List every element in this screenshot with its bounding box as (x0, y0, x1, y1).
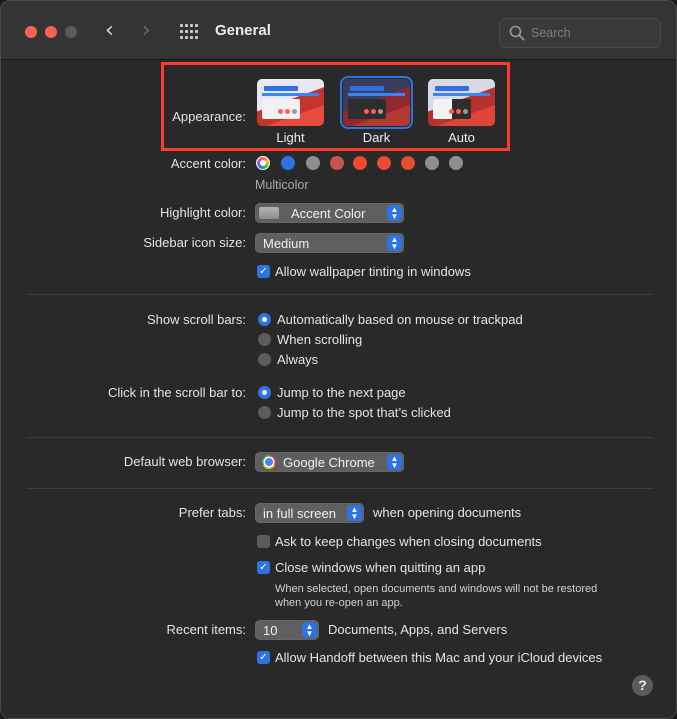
scroll-auto-radio[interactable] (258, 313, 271, 326)
recent-items-suffix: Documents, Apps, and Servers (328, 622, 508, 637)
accent-selected-name: Multicolor (255, 178, 309, 192)
appearance-label: Appearance: (172, 109, 246, 124)
title-bar: ‹ › General Search (1, 1, 676, 60)
scroll-bars-label: Show scroll bars: (147, 312, 246, 327)
accent-swatch-orange[interactable] (377, 156, 391, 170)
appearance-light-label[interactable]: Light (257, 130, 324, 145)
handoff-checkbox[interactable]: ✓ (257, 651, 270, 664)
accent-swatch-red[interactable] (353, 156, 367, 170)
accent-swatch-multicolor[interactable] (256, 156, 270, 170)
close-windows-note-line2: when you re-open an app. (275, 597, 403, 609)
divider (26, 294, 653, 295)
chevron-updown-icon: ▲ ▼ (387, 454, 402, 470)
sidebar-size-value: Medium (263, 236, 310, 251)
default-browser-label: Default web browser: (123, 454, 246, 469)
recent-items-label: Recent items: (166, 622, 246, 637)
ask-keep-changes-label[interactable]: Ask to keep changes when closing documen… (275, 534, 542, 549)
ask-keep-changes-checkbox[interactable] (257, 535, 270, 548)
prefer-tabs-suffix: when opening documents (373, 505, 522, 520)
wallpaper-tinting-label[interactable]: Allow wallpaper tinting in windows (275, 264, 471, 279)
jump-next-page-radio[interactable] (258, 386, 271, 399)
accent-swatch-graphite[interactable] (449, 156, 463, 170)
scroll-when-scrolling-radio[interactable] (258, 333, 271, 346)
divider (26, 437, 653, 438)
accent-swatch-green[interactable] (425, 156, 439, 170)
scroll-auto-label[interactable]: Automatically based on mouse or trackpad (277, 312, 523, 327)
highlight-color-value: Accent Color (291, 206, 366, 221)
preferences-window: ‹ › General Search Appearance: Light Dar… (0, 0, 677, 719)
prefer-tabs-value: in full screen (263, 506, 336, 521)
scroll-click-label: Click in the scroll bar to: (108, 385, 246, 400)
show-all-grid-icon[interactable] (180, 24, 198, 40)
search-icon (509, 25, 525, 41)
chevron-updown-icon: ▲ ▼ (387, 235, 402, 251)
accent-swatch-pink[interactable] (330, 156, 344, 170)
default-browser-popup[interactable]: Google Chrome ▲ ▼ (255, 452, 404, 472)
scroll-when-scrolling-label[interactable]: When scrolling (277, 332, 362, 347)
jump-next-page-label[interactable]: Jump to the next page (277, 385, 406, 400)
appearance-dark-label[interactable]: Dark (343, 130, 410, 145)
forward-button[interactable]: › (142, 19, 151, 43)
sidebar-size-label: Sidebar icon size: (143, 235, 246, 250)
prefer-tabs-popup[interactable]: in full screen ▲ ▼ (255, 503, 364, 523)
close-window-button[interactable] (25, 26, 37, 38)
search-placeholder: Search (531, 26, 571, 40)
window-title: General (215, 22, 271, 39)
chevron-updown-icon: ▲ ▼ (302, 622, 317, 638)
highlight-color-popup[interactable]: Accent Color ▲ ▼ (255, 203, 404, 223)
close-windows-note-line1: When selected, open documents and window… (275, 583, 598, 595)
accent-swatch-blue[interactable] (281, 156, 295, 170)
close-windows-checkbox[interactable]: ✓ (257, 561, 270, 574)
help-button[interactable]: ? (632, 675, 653, 696)
handoff-label[interactable]: Allow Handoff between this Mac and your … (275, 650, 602, 665)
scroll-always-label[interactable]: Always (277, 352, 318, 367)
chevron-updown-icon: ▲ ▼ (347, 505, 362, 521)
appearance-dark-thumbnail[interactable] (340, 76, 413, 129)
appearance-light-thumbnail[interactable] (257, 79, 324, 126)
divider (26, 488, 653, 489)
close-windows-label[interactable]: Close windows when quitting an app (275, 560, 485, 575)
appearance-auto-thumbnail[interactable] (428, 79, 495, 126)
wallpaper-tinting-checkbox[interactable]: ✓ (257, 265, 270, 278)
jump-to-spot-radio[interactable] (258, 406, 271, 419)
accent-color-label: Accent color: (170, 156, 246, 171)
highlight-color-label: Highlight color: (160, 205, 246, 220)
back-button[interactable]: ‹ (105, 19, 114, 43)
appearance-auto-label[interactable]: Auto (428, 130, 495, 145)
accent-swatch-purple[interactable] (306, 156, 320, 170)
chrome-icon (262, 455, 276, 469)
scroll-always-radio[interactable] (258, 353, 271, 366)
accent-swatch-yellow[interactable] (401, 156, 415, 170)
recent-items-popup[interactable]: 10 ▲ ▼ (255, 620, 319, 640)
search-field[interactable]: Search (499, 18, 661, 48)
zoom-window-button[interactable] (65, 26, 77, 38)
prefer-tabs-label: Prefer tabs: (178, 505, 246, 520)
sidebar-size-popup[interactable]: Medium ▲ ▼ (255, 233, 404, 253)
highlight-swatch-icon (259, 207, 279, 219)
chevron-updown-icon: ▲ ▼ (387, 205, 402, 221)
default-browser-value: Google Chrome (283, 455, 375, 470)
recent-items-value: 10 (263, 623, 278, 638)
minimize-window-button[interactable] (45, 26, 57, 38)
jump-to-spot-label[interactable]: Jump to the spot that’s clicked (277, 405, 451, 420)
